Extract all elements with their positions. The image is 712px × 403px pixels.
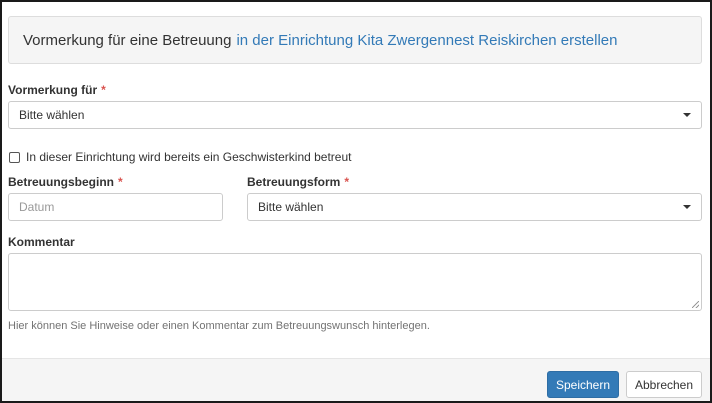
- required-marker: *: [118, 175, 123, 189]
- start-label-text: Betreuungsbeginn: [8, 175, 115, 189]
- dialog-header: Vormerkung für eine Betreuung in der Ein…: [8, 16, 702, 64]
- vormerkung-label: Vormerkung für *: [8, 83, 106, 97]
- start-label: Betreuungsbeginn *: [8, 175, 123, 189]
- vormerkung-select-value: Bitte wählen: [19, 108, 85, 122]
- vormerkung-select[interactable]: Bitte wählen: [8, 101, 702, 129]
- header-title: Vormerkung für eine Betreuung: [23, 31, 232, 49]
- form-type-label: Betreuungsform *: [247, 175, 349, 189]
- cancel-button[interactable]: Abbrechen: [626, 371, 702, 398]
- comment-label: Kommentar: [8, 235, 75, 249]
- vormerkung-label-text: Vormerkung für: [8, 83, 98, 97]
- form-type-select-value: Bitte wählen: [258, 200, 324, 214]
- dialog-footer: Speichern Abbrechen: [2, 358, 710, 401]
- form-type-label-text: Betreuungsform: [247, 175, 341, 189]
- chevron-down-icon: [683, 205, 691, 209]
- sibling-checkbox[interactable]: [9, 151, 20, 163]
- modal-dialog: Vormerkung für eine Betreuung in der Ein…: [0, 0, 712, 403]
- sibling-checkbox-label: In dieser Einrichtung wird bereits ein G…: [26, 150, 352, 164]
- comment-help-text: Hier können Sie Hinweise oder einen Komm…: [8, 320, 430, 332]
- header-facility-link: in der Einrichtung Kita Zwergennest Reis…: [236, 31, 618, 49]
- sibling-checkbox-row[interactable]: In dieser Einrichtung wird bereits ein G…: [9, 150, 352, 164]
- required-marker: *: [344, 175, 350, 189]
- chevron-down-icon: [683, 113, 691, 117]
- resize-grip-icon[interactable]: [692, 301, 699, 308]
- comment-textarea[interactable]: [8, 253, 702, 311]
- required-marker: *: [101, 83, 106, 97]
- save-button[interactable]: Speichern: [547, 371, 619, 398]
- start-date-input[interactable]: [8, 193, 223, 221]
- form-type-select[interactable]: Bitte wählen: [247, 193, 702, 221]
